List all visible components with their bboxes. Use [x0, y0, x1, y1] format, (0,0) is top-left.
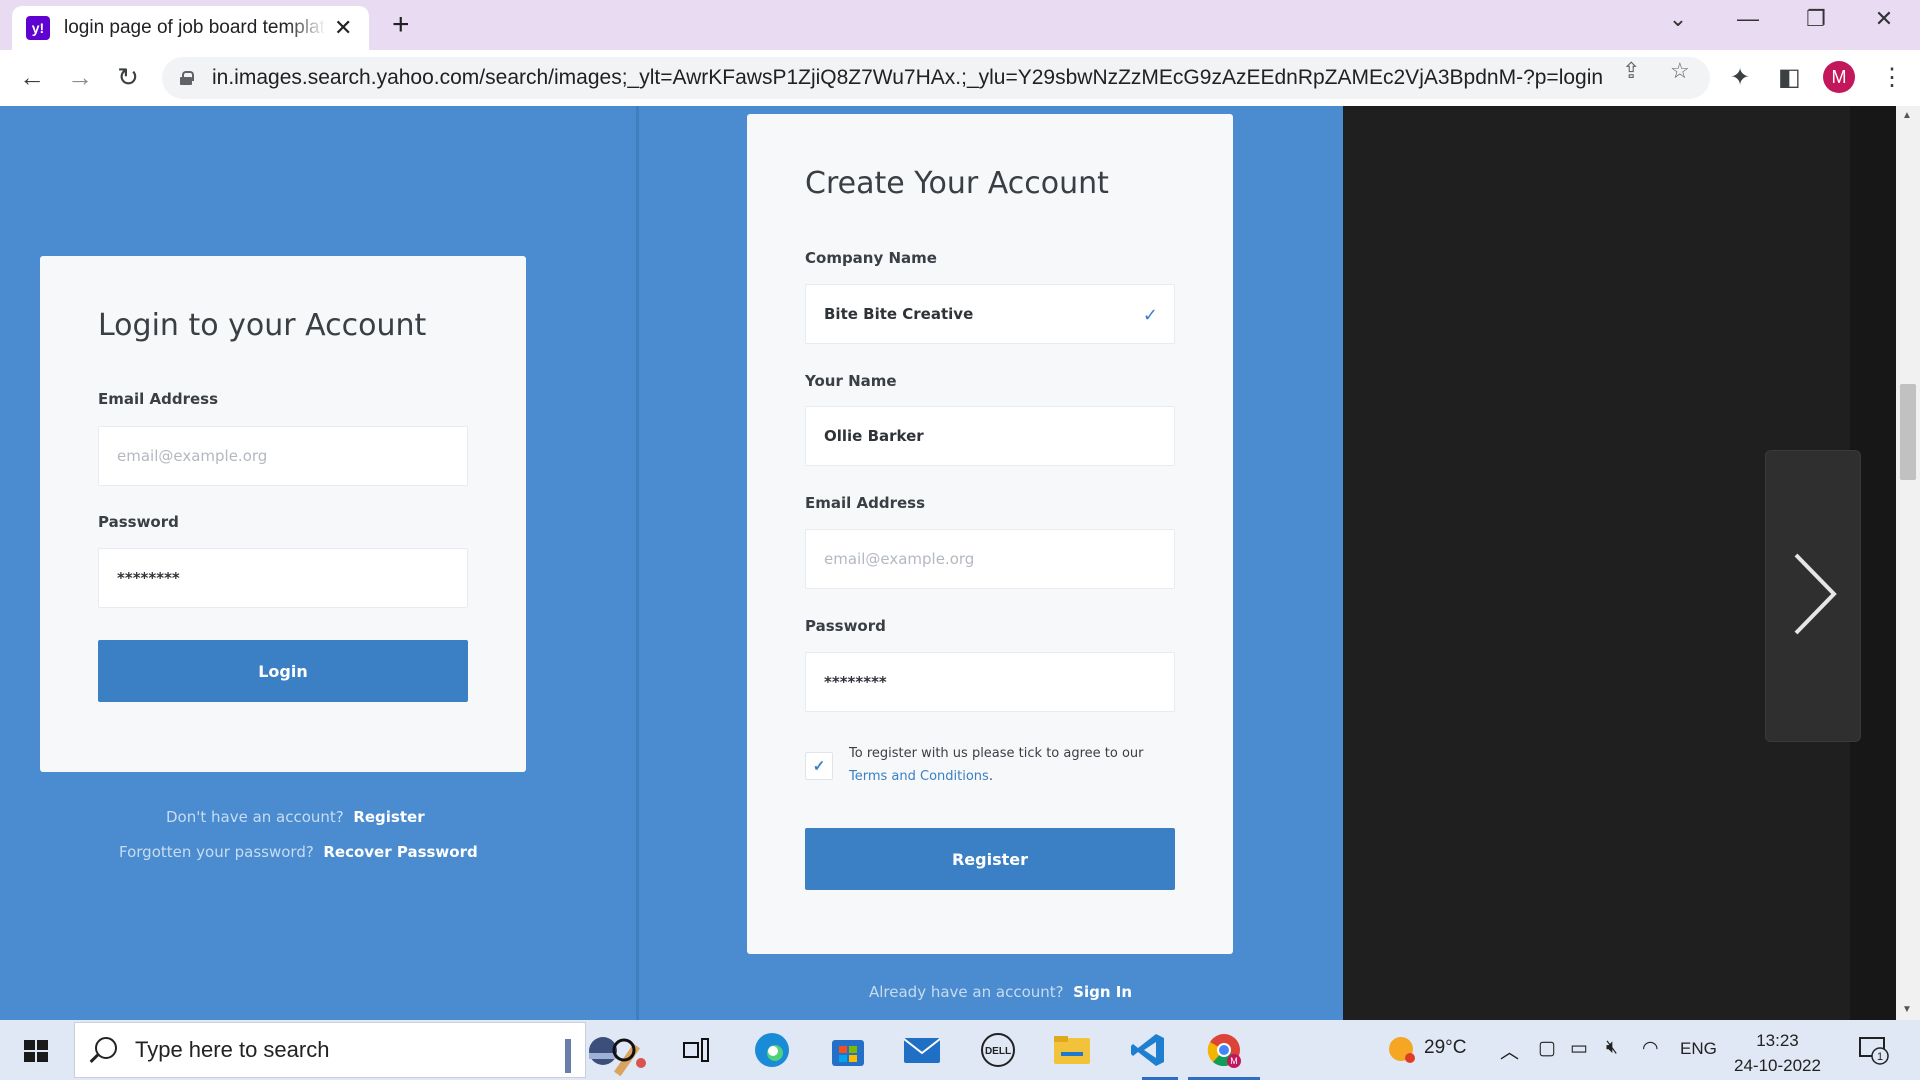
name-input[interactable]: Ollie Barker [805, 406, 1175, 466]
login-email-input[interactable]: email@example.org [98, 426, 468, 486]
windows-taskbar: Type here to search DELL M 29°C ︿ ▢ ▭ 🔇︎… [0, 1020, 1920, 1080]
register-password-input[interactable]: ******** [805, 652, 1175, 712]
signin-prompt: Already have an account? Sign In [869, 983, 1132, 1001]
image-divider [636, 106, 639, 1020]
notification-icon[interactable]: 1 [1858, 1034, 1890, 1072]
register-button[interactable]: Register [805, 828, 1175, 890]
scroll-thumb[interactable] [1900, 384, 1916, 480]
browser-tab[interactable]: y! login page of job board template ✕ [12, 6, 369, 50]
tab-search-chevron-icon[interactable]: ⌄ [1658, 6, 1698, 32]
login-password-input[interactable]: ******** [98, 548, 468, 608]
sign-in-link[interactable]: Sign In [1073, 983, 1132, 1001]
recover-password-link[interactable]: Recover Password [323, 843, 477, 861]
register-card: Create Your Account Company Name Bite Bi… [747, 114, 1233, 954]
login-button[interactable]: Login [98, 640, 468, 702]
terms-link[interactable]: Terms and Conditions [849, 769, 989, 784]
language-indicator[interactable]: ENG [1680, 1039, 1717, 1059]
microsoft-store-icon[interactable] [828, 1030, 868, 1070]
scroll-up-icon[interactable]: ▲ [1902, 110, 1912, 121]
mail-icon[interactable] [902, 1030, 942, 1070]
search-icon [95, 1037, 117, 1059]
meet-now-icon[interactable]: ▢ [1538, 1037, 1556, 1060]
edge-icon[interactable] [752, 1030, 792, 1070]
share-icon[interactable]: ⇪ [1622, 58, 1640, 84]
chrome-icon[interactable]: M [1204, 1030, 1244, 1070]
tab-title: login page of job board template [64, 17, 326, 38]
scroll-down-icon[interactable]: ▼ [1902, 1004, 1912, 1015]
company-input[interactable]: Bite Bite Creative ✓ [805, 284, 1175, 344]
next-image-button[interactable] [1765, 450, 1861, 742]
lock-icon [180, 71, 194, 85]
svg-text:DELL: DELL [985, 1046, 1011, 1057]
clock-date: 24-10-2022 [1734, 1056, 1821, 1075]
wifi-icon[interactable]: ◠ [1642, 1037, 1659, 1060]
tab-strip: y! login page of job board template ✕ + … [0, 0, 1920, 50]
company-value: Bite Bite Creative [824, 305, 974, 323]
windows-start-icon[interactable] [24, 1040, 48, 1062]
terms-text: To register with us please tick to agree… [849, 742, 1169, 788]
register-title: Create Your Account [805, 166, 1109, 201]
battery-icon[interactable]: ▭ [1570, 1037, 1588, 1060]
terms-period: . [988, 769, 993, 784]
file-explorer-icon[interactable] [1052, 1030, 1092, 1070]
login-password-label: Password [98, 513, 179, 531]
volume-muted-icon[interactable]: 🔇︎ [1606, 1037, 1618, 1059]
minimize-button[interactable]: — [1728, 6, 1768, 32]
forgot-text: Forgotten your password? [119, 843, 314, 861]
weather-temperature[interactable]: 29°C [1424, 1037, 1466, 1059]
login-card: Login to your Account Email Address emai… [40, 256, 526, 772]
svg-text:M: M [1230, 1056, 1238, 1066]
terms-sentence: To register with us please tick to agree… [849, 746, 1144, 761]
close-window-button[interactable]: ✕ [1864, 6, 1904, 32]
back-icon[interactable]: ← [14, 62, 50, 93]
taskbar-search-placeholder: Type here to search [135, 1037, 330, 1062]
login-email-label: Email Address [98, 390, 219, 408]
register-password-label: Password [805, 617, 886, 635]
menu-icon[interactable]: ⋮ [1880, 63, 1904, 92]
chevron-right-icon [1794, 553, 1837, 635]
page-scrollbar[interactable]: ▲ ▼ [1896, 106, 1920, 1020]
address-bar[interactable]: in.images.search.yahoo.com/search/images… [162, 57, 1710, 99]
extensions-icon[interactable]: ✦ [1730, 63, 1750, 92]
reload-icon[interactable]: ↻ [110, 62, 146, 93]
clock[interactable]: 13:23 24-10-2022 [1734, 1028, 1821, 1078]
register-prompt: Don't have an account? Register [166, 808, 425, 826]
register-email-label: Email Address [805, 494, 926, 512]
restore-button[interactable]: ❐ [1796, 6, 1836, 32]
url-text[interactable]: in.images.search.yahoo.com/search/images… [212, 66, 1602, 90]
new-tab-button[interactable]: + [392, 8, 410, 42]
login-title: Login to your Account [98, 308, 427, 343]
forward-icon[interactable]: → [62, 62, 98, 93]
have-account-text: Already have an account? [869, 983, 1064, 1001]
clock-time: 13:23 [1756, 1031, 1799, 1050]
task-view-icon[interactable] [676, 1030, 716, 1070]
notification-count: 1 [1877, 1051, 1883, 1063]
cortana-icon[interactable] [604, 1030, 644, 1070]
recover-prompt: Forgotten your password? Recover Passwor… [119, 843, 478, 861]
no-account-text: Don't have an account? [166, 808, 344, 826]
sidepanel-icon[interactable]: ◧ [1778, 63, 1801, 92]
company-label: Company Name [805, 249, 937, 267]
vscode-icon[interactable] [1128, 1030, 1168, 1070]
register-email-input[interactable]: email@example.org [805, 529, 1175, 589]
page-viewport: Login to your Account Email Address emai… [0, 106, 1896, 1020]
star-icon[interactable]: ☆ [1670, 58, 1690, 84]
weather-icon[interactable] [1386, 1034, 1418, 1072]
taskbar-search-input[interactable]: Type here to search [74, 1022, 646, 1078]
browser-toolbar: ← → ↻ in.images.search.yahoo.com/search/… [0, 50, 1920, 106]
terms-checkbox[interactable]: ✓ [805, 752, 833, 780]
profile-avatar[interactable]: M [1823, 61, 1855, 93]
register-link[interactable]: Register [353, 808, 424, 826]
tray-chevron-up-icon[interactable]: ︿ [1500, 1037, 1519, 1064]
dell-icon[interactable]: DELL [978, 1030, 1018, 1070]
check-icon: ✓ [1142, 305, 1158, 326]
tab-close-icon[interactable]: ✕ [334, 17, 352, 39]
yahoo-favicon-icon: y! [26, 16, 50, 40]
name-label: Your Name [805, 372, 897, 390]
